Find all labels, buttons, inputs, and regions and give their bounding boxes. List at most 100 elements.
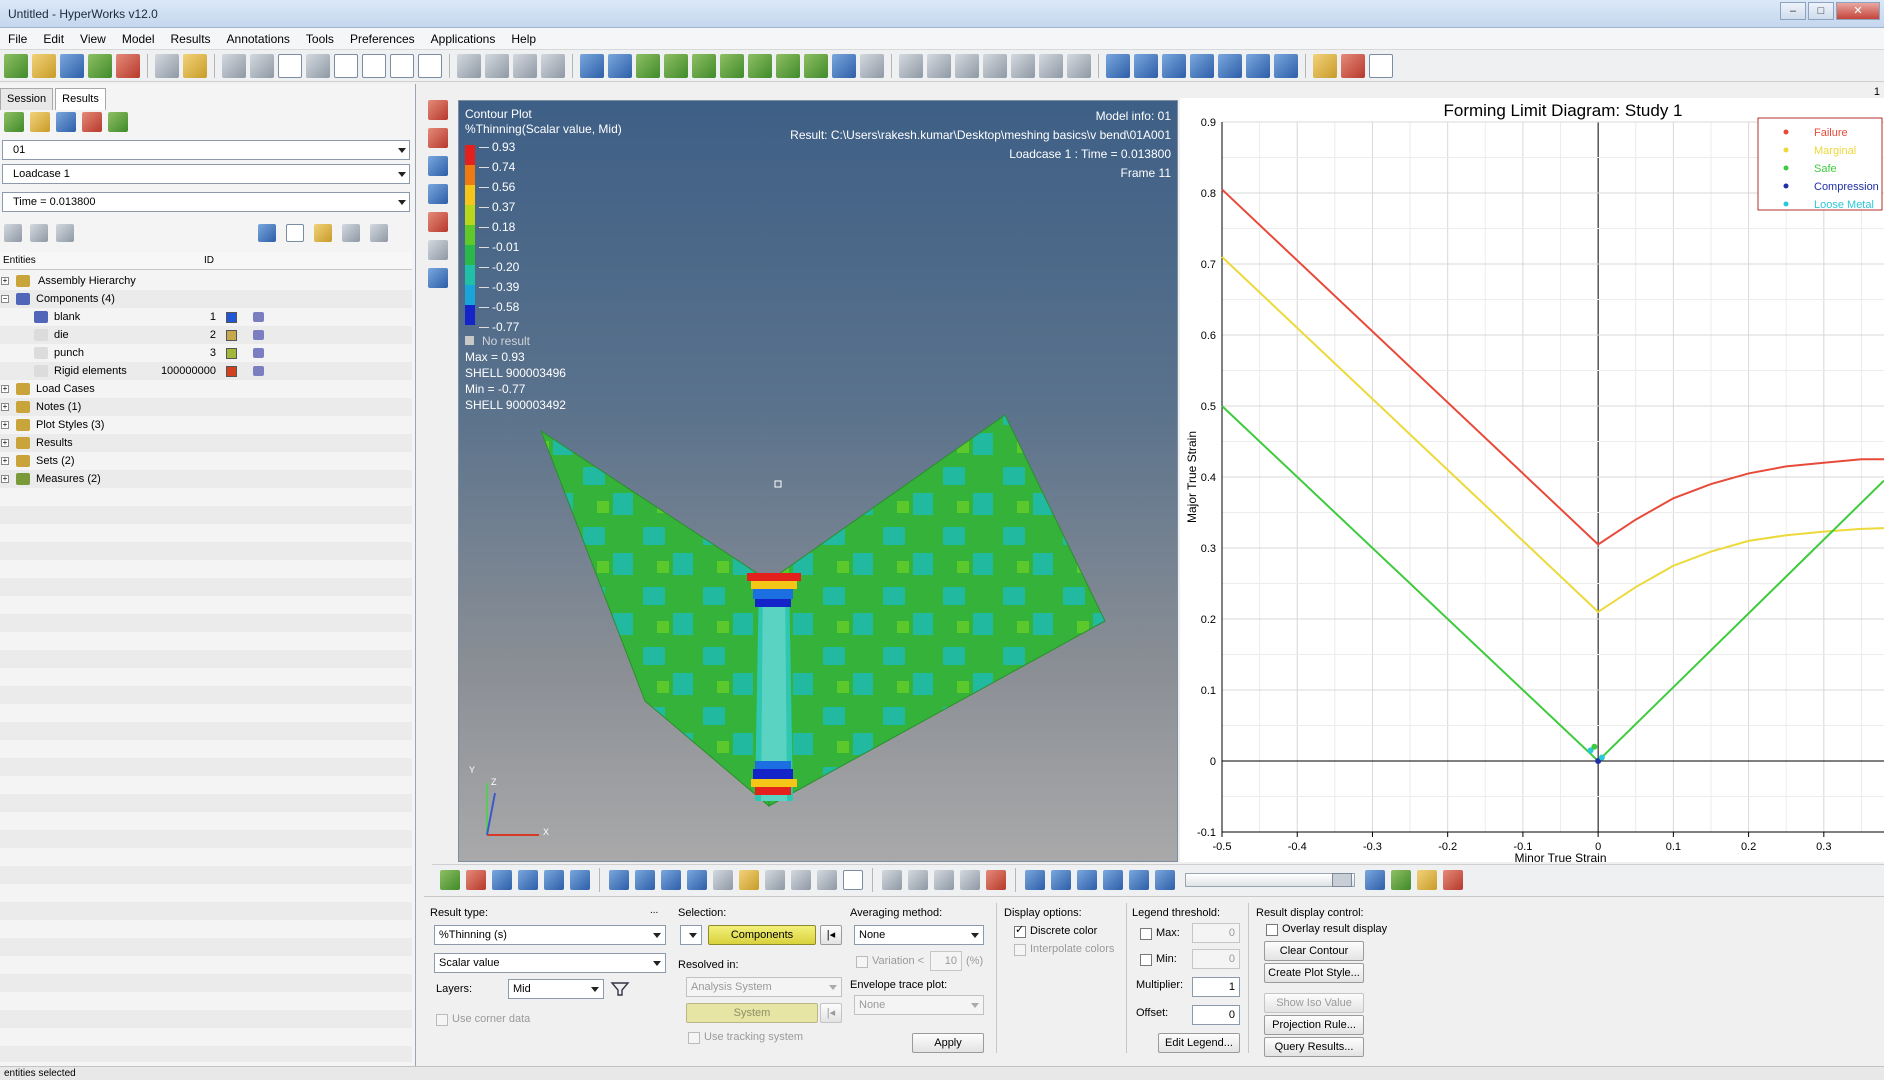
zoom-circle-icon[interactable] xyxy=(927,53,951,78)
browser-tool-3-icon[interactable] xyxy=(56,112,76,132)
show-iso-value-button[interactable]: Show Iso Value xyxy=(1264,993,1364,1013)
result-streamline-icon[interactable] xyxy=(817,869,837,890)
result-section-icon[interactable] xyxy=(765,869,785,890)
entity-type-icon[interactable] xyxy=(258,224,276,242)
pan-horizontal-icon[interactable] xyxy=(1011,53,1035,78)
use-corner-checkbox[interactable]: Use corner data xyxy=(436,1013,530,1026)
next-frame-icon[interactable] xyxy=(1129,869,1149,890)
window-layout-icon[interactable] xyxy=(362,53,386,78)
query-icon[interactable] xyxy=(986,869,1006,890)
expand-all-icon[interactable] xyxy=(4,224,22,242)
plot-icon[interactable] xyxy=(1369,53,1393,78)
window-split-6-icon[interactable] xyxy=(1274,53,1298,78)
color-swatch[interactable] xyxy=(226,312,237,323)
report-icon[interactable] xyxy=(1313,53,1337,78)
tree-load-cases[interactable]: + Load Cases xyxy=(0,380,412,398)
result-deform-icon[interactable] xyxy=(635,869,655,890)
menu-file[interactable]: File xyxy=(0,32,35,46)
max-checkbox[interactable]: Max: xyxy=(1140,927,1180,940)
show-hide-icon[interactable] xyxy=(342,224,360,242)
tree-component-blank[interactable]: blank 1 xyxy=(0,308,412,326)
projection-rule-button[interactable]: Projection Rule... xyxy=(1264,1015,1364,1035)
rotate-icon[interactable] xyxy=(1067,53,1091,78)
layers-filter-icon[interactable] xyxy=(610,981,632,997)
tensor-icon[interactable] xyxy=(428,184,448,204)
section-cut-icon[interactable] xyxy=(1106,53,1130,78)
fit-all-icon[interactable] xyxy=(860,53,884,78)
open-session-icon[interactable] xyxy=(32,53,56,78)
envelope-select[interactable]: None xyxy=(854,995,984,1015)
transparency-icon[interactable] xyxy=(570,869,590,890)
tab-results[interactable]: Results xyxy=(55,88,106,110)
result-table-icon[interactable] xyxy=(843,869,863,890)
apply-button[interactable]: Apply xyxy=(912,1033,984,1053)
minimize-icon[interactable]: – xyxy=(1780,2,1806,20)
redo-icon[interactable] xyxy=(250,53,274,78)
model-select[interactable]: 01 xyxy=(2,140,410,160)
cut-icon[interactable] xyxy=(513,53,537,78)
sync-windows-icon[interactable] xyxy=(418,53,442,78)
clear-contour-button[interactable]: Clear Contour xyxy=(1264,941,1364,961)
last-frame-icon[interactable] xyxy=(1155,869,1175,890)
edit-legend-button[interactable]: Edit Legend... xyxy=(1158,1033,1240,1053)
zoom-icon[interactable] xyxy=(580,53,604,78)
add-page-icon[interactable] xyxy=(278,53,302,78)
maximize-icon[interactable]: □ xyxy=(1808,2,1834,20)
filter-icon[interactable] xyxy=(56,224,74,242)
import-icon[interactable] xyxy=(88,53,112,78)
layers-select[interactable]: Mid xyxy=(508,979,604,999)
open-model-icon[interactable] xyxy=(4,53,28,78)
menu-edit[interactable]: Edit xyxy=(35,32,72,46)
view-xz-front-icon[interactable] xyxy=(748,53,772,78)
model-icon[interactable] xyxy=(1391,869,1411,890)
tree-component-die[interactable]: die 2 xyxy=(0,326,412,344)
previous-view-icon[interactable] xyxy=(608,53,632,78)
contour-color-icon[interactable] xyxy=(466,869,486,890)
window-split-3-icon[interactable] xyxy=(1190,53,1214,78)
resolved-in-select[interactable]: Analysis System xyxy=(686,977,842,997)
min-input[interactable]: 0 xyxy=(1192,949,1240,969)
tree-results[interactable]: + Results xyxy=(0,434,412,452)
result-vector-icon[interactable] xyxy=(661,869,681,890)
fit-model-icon[interactable] xyxy=(832,53,856,78)
menu-results[interactable]: Results xyxy=(163,32,219,46)
display-icon[interactable] xyxy=(253,366,264,376)
contour-icon[interactable] xyxy=(428,100,448,120)
window-split-2-icon[interactable] xyxy=(1162,53,1186,78)
window-split-1-icon[interactable] xyxy=(1134,53,1158,78)
variation-input[interactable]: 10 xyxy=(930,951,962,971)
menu-annotations[interactable]: Annotations xyxy=(219,32,298,46)
animation-slider[interactable] xyxy=(1185,872,1355,887)
time-select[interactable]: Time = 0.013800 xyxy=(2,192,410,212)
result-marker-icon[interactable] xyxy=(739,869,759,890)
min-checkbox[interactable]: Min: xyxy=(1140,953,1177,966)
fld-icon[interactable] xyxy=(960,869,980,890)
tree-sets[interactable]: + Sets (2) xyxy=(0,452,412,470)
tree-notes[interactable]: + Notes (1) xyxy=(0,398,412,416)
page-layout-icon[interactable] xyxy=(334,53,358,78)
pan-vertical-icon[interactable] xyxy=(1039,53,1063,78)
tools-icon[interactable] xyxy=(428,240,448,260)
tree-component-punch[interactable]: punch 3 xyxy=(0,344,412,362)
overlay-checkbox[interactable]: Overlay result display xyxy=(1266,923,1387,936)
vector-icon[interactable] xyxy=(428,156,448,176)
system-button[interactable]: System xyxy=(686,1003,818,1023)
tracking-system-checkbox[interactable]: Use tracking system xyxy=(688,1031,803,1044)
eye-icon[interactable] xyxy=(370,224,388,242)
color-swatch[interactable] xyxy=(226,330,237,341)
browser-tool-5-icon[interactable] xyxy=(108,112,128,132)
measure-icon[interactable] xyxy=(882,869,902,890)
previous-frame-icon[interactable] xyxy=(1077,869,1097,890)
result-component-select[interactable]: Scalar value xyxy=(434,953,666,973)
expand-window-icon[interactable] xyxy=(390,53,414,78)
capture-icon[interactable] xyxy=(1341,53,1365,78)
view-xy-bottom-icon[interactable] xyxy=(664,53,688,78)
view-yz-right-icon[interactable] xyxy=(720,53,744,78)
collapse-all-icon[interactable] xyxy=(30,224,48,242)
play-icon[interactable] xyxy=(1103,869,1123,890)
legend-icon[interactable] xyxy=(1443,869,1463,890)
view-xy-top-icon[interactable] xyxy=(636,53,660,78)
multiplier-input[interactable]: 1 xyxy=(1192,977,1240,997)
close-icon[interactable]: ✕ xyxy=(1836,2,1880,20)
tree-component-rigid[interactable]: Rigid elements 100000000 xyxy=(0,362,412,380)
